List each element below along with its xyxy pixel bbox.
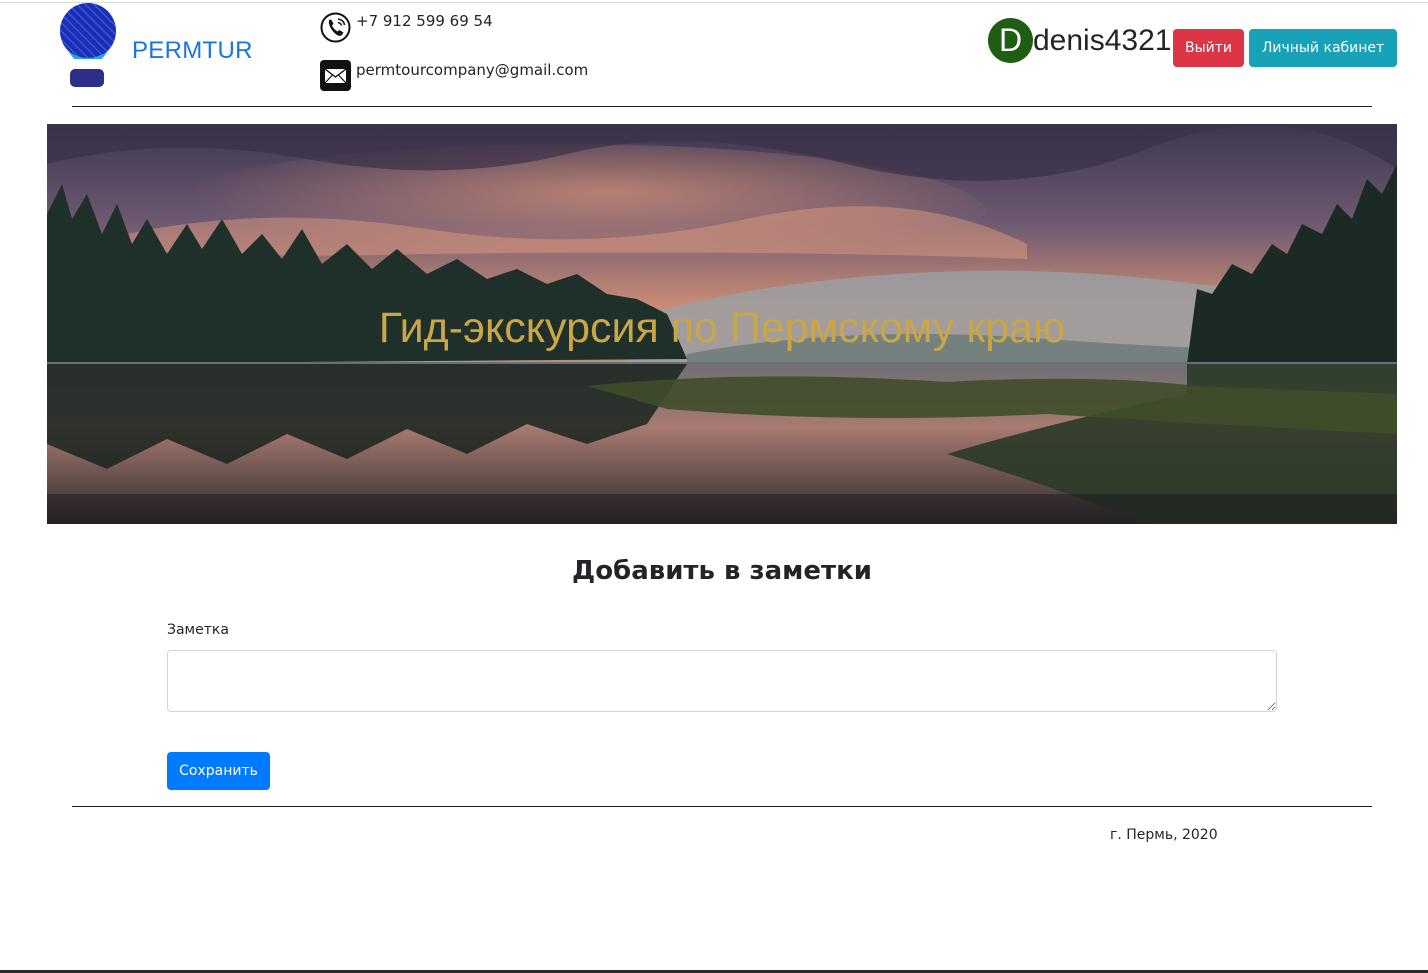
- balloon-logo-icon[interactable]: [58, 3, 118, 89]
- mail-icon: [320, 60, 351, 91]
- page-title: Добавить в заметки: [572, 556, 872, 586]
- hero-banner: Гид-экскурсия по Пермскому краю: [47, 124, 1397, 524]
- footer-text: г. Пермь, 2020: [1110, 827, 1218, 843]
- header-divider: [72, 106, 1372, 107]
- email-address: permtourcompany@gmail.com: [356, 61, 589, 79]
- phone-number: +7 912 599 69 54: [356, 12, 493, 30]
- save-button[interactable]: Сохранить: [167, 752, 270, 790]
- note-label: Заметка: [167, 622, 229, 638]
- username[interactable]: denis4321: [1033, 24, 1171, 58]
- logout-button[interactable]: Выйти: [1173, 29, 1244, 67]
- top-border: [0, 2, 1428, 3]
- hero-title: Гид-экскурсия по Пермскому краю: [378, 304, 1066, 352]
- brand-name[interactable]: PERMTUR: [132, 37, 253, 65]
- phone-icon: [320, 12, 351, 43]
- avatar[interactable]: D: [988, 18, 1033, 63]
- note-textarea[interactable]: [167, 650, 1277, 712]
- footer-divider: [72, 806, 1372, 807]
- cabinet-button[interactable]: Личный кабинет: [1249, 29, 1397, 67]
